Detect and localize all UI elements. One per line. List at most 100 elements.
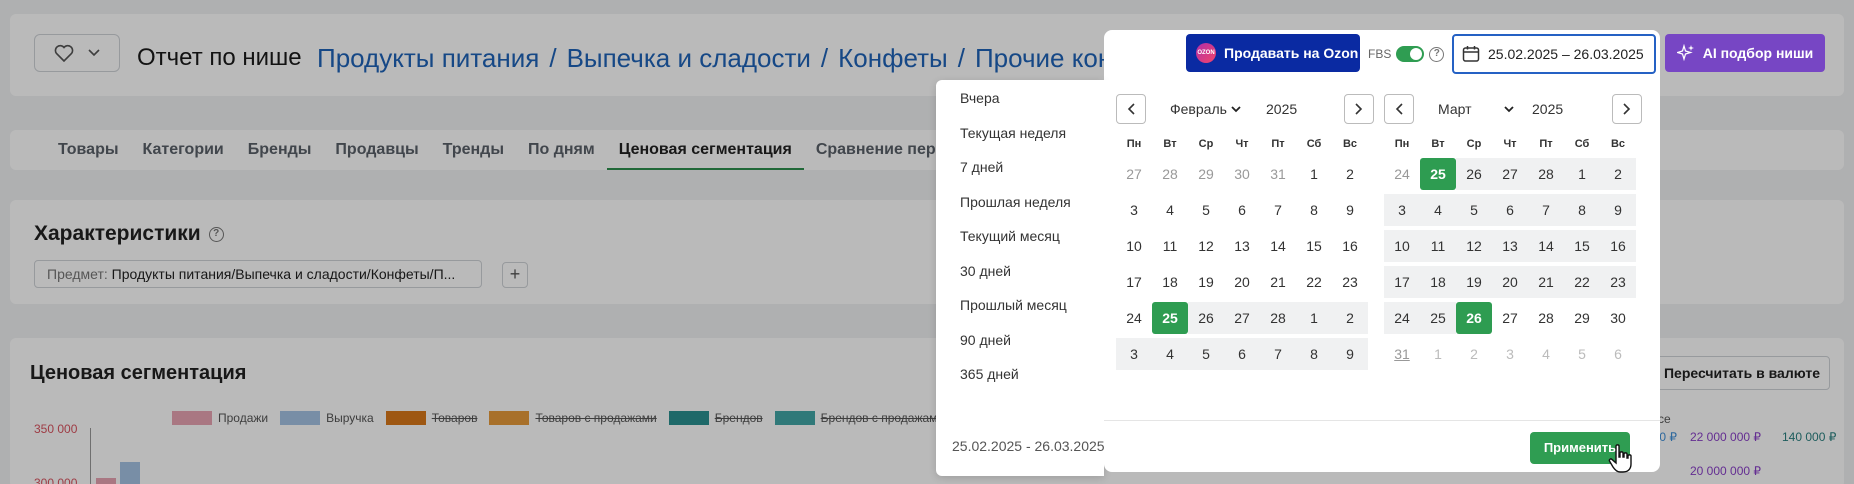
calendar-day[interactable]: 11 <box>1152 230 1188 262</box>
prev-month-button[interactable] <box>1116 94 1146 124</box>
year-select[interactable]: 2025 <box>1266 101 1297 117</box>
calendar-day[interactable]: 26 <box>1188 302 1224 334</box>
date-preset-item[interactable]: 30 дней <box>960 263 1011 279</box>
calendar-day[interactable]: 29 <box>1564 302 1600 334</box>
date-preset-item[interactable]: Прошлый месяц <box>960 297 1067 313</box>
calendar-day[interactable]: 26 <box>1456 158 1492 190</box>
calendar-day[interactable]: 1 <box>1420 338 1456 370</box>
calendar-day[interactable]: 19 <box>1188 266 1224 298</box>
calendar-day[interactable]: 23 <box>1332 266 1368 298</box>
calendar-day[interactable]: 7 <box>1260 194 1296 226</box>
date-preset-item[interactable]: 7 дней <box>960 159 1003 175</box>
month-select[interactable]: Февраль <box>1170 101 1241 117</box>
calendar-day[interactable]: 27 <box>1492 158 1528 190</box>
calendar-day[interactable]: 12 <box>1456 230 1492 262</box>
calendar-day[interactable]: 6 <box>1224 194 1260 226</box>
sell-on-ozon-button[interactable]: OZON Продавать на Ozon <box>1186 34 1360 72</box>
calendar-day[interactable]: 16 <box>1332 230 1368 262</box>
calendar-day[interactable]: 1 <box>1296 158 1332 190</box>
calendar-day[interactable]: 6 <box>1492 194 1528 226</box>
calendar-day[interactable]: 13 <box>1492 230 1528 262</box>
calendar-day[interactable]: 2 <box>1600 158 1636 190</box>
calendar-day[interactable]: 7 <box>1528 194 1564 226</box>
fbs-toggle[interactable] <box>1396 46 1425 62</box>
calendar-day[interactable]: 7 <box>1260 338 1296 370</box>
calendar-day[interactable]: 23 <box>1600 266 1636 298</box>
next-month-button[interactable] <box>1612 94 1642 124</box>
calendar-day[interactable]: 9 <box>1332 194 1368 226</box>
date-preset-item[interactable]: Вчера <box>960 90 1000 106</box>
calendar-day[interactable]: 2 <box>1456 338 1492 370</box>
calendar-day[interactable]: 22 <box>1296 266 1332 298</box>
calendar-day[interactable]: 1 <box>1564 158 1600 190</box>
prev-month-button[interactable] <box>1384 94 1414 124</box>
calendar-day[interactable]: 5 <box>1456 194 1492 226</box>
calendar-day[interactable]: 4 <box>1420 194 1456 226</box>
calendar-day[interactable]: 1 <box>1296 302 1332 334</box>
calendar-day[interactable]: 3 <box>1384 194 1420 226</box>
calendar-day[interactable]: 10 <box>1116 230 1152 262</box>
date-preset-item[interactable]: 365 дней <box>960 366 1019 382</box>
calendar-day[interactable]: 4 <box>1152 338 1188 370</box>
calendar-day[interactable]: 20 <box>1224 266 1260 298</box>
calendar-day[interactable]: 29 <box>1188 158 1224 190</box>
calendar-day[interactable]: 30 <box>1224 158 1260 190</box>
calendar-day[interactable]: 3 <box>1492 338 1528 370</box>
calendar-day[interactable]: 20 <box>1492 266 1528 298</box>
calendar-day[interactable]: 15 <box>1564 230 1600 262</box>
calendar-day[interactable]: 13 <box>1224 230 1260 262</box>
calendar-day[interactable]: 24 <box>1384 302 1420 334</box>
calendar-day[interactable]: 31 <box>1384 338 1420 370</box>
calendar-day[interactable]: 27 <box>1492 302 1528 334</box>
calendar-day[interactable]: 21 <box>1528 266 1564 298</box>
month-select[interactable]: Март <box>1438 101 1514 117</box>
calendar-day[interactable]: 18 <box>1420 266 1456 298</box>
calendar-day[interactable]: 14 <box>1528 230 1564 262</box>
calendar-day[interactable]: 28 <box>1528 302 1564 334</box>
calendar-day[interactable]: 18 <box>1152 266 1188 298</box>
date-preset-item[interactable]: 90 дней <box>960 332 1011 348</box>
calendar-day[interactable]: 28 <box>1152 158 1188 190</box>
calendar-day[interactable]: 27 <box>1224 302 1260 334</box>
calendar-day[interactable]: 8 <box>1296 194 1332 226</box>
year-select[interactable]: 2025 <box>1532 101 1563 117</box>
calendar-day[interactable]: 30 <box>1600 302 1636 334</box>
calendar-day[interactable]: 25 <box>1420 302 1456 334</box>
calendar-day[interactable]: 17 <box>1116 266 1152 298</box>
calendar-day[interactable]: 17 <box>1384 266 1420 298</box>
calendar-day[interactable]: 31 <box>1260 158 1296 190</box>
calendar-day[interactable]: 11 <box>1420 230 1456 262</box>
ai-niche-selection-button[interactable]: AI подбор ниши <box>1665 34 1825 72</box>
calendar-day[interactable]: 10 <box>1384 230 1420 262</box>
calendar-day[interactable]: 19 <box>1456 266 1492 298</box>
calendar-day[interactable]: 14 <box>1260 230 1296 262</box>
calendar-day[interactable]: 6 <box>1224 338 1260 370</box>
calendar-day[interactable]: 3 <box>1116 338 1152 370</box>
date-range-input[interactable]: 25.02.2025 – 26.03.2025 <box>1452 34 1656 74</box>
calendar-day[interactable]: 28 <box>1528 158 1564 190</box>
calendar-day[interactable]: 9 <box>1600 194 1636 226</box>
calendar-day[interactable]: 28 <box>1260 302 1296 334</box>
calendar-day[interactable]: 24 <box>1116 302 1152 334</box>
calendar-day[interactable]: 25 <box>1152 302 1188 334</box>
date-preset-item[interactable]: Текущий месяц <box>960 228 1060 244</box>
calendar-day[interactable]: 22 <box>1564 266 1600 298</box>
calendar-day[interactable]: 25 <box>1420 158 1456 190</box>
calendar-day[interactable]: 2 <box>1332 158 1368 190</box>
calendar-day[interactable]: 5 <box>1188 338 1224 370</box>
next-month-button[interactable] <box>1344 94 1374 124</box>
date-preset-item[interactable]: Текущая неделя <box>960 125 1066 141</box>
calendar-day[interactable]: 4 <box>1152 194 1188 226</box>
calendar-day[interactable]: 15 <box>1296 230 1332 262</box>
calendar-day[interactable]: 16 <box>1600 230 1636 262</box>
calendar-day[interactable]: 2 <box>1332 302 1368 334</box>
calendar-day[interactable]: 8 <box>1296 338 1332 370</box>
help-icon[interactable]: ? <box>1429 46 1445 62</box>
calendar-day[interactable]: 5 <box>1188 194 1224 226</box>
calendar-day[interactable]: 21 <box>1260 266 1296 298</box>
calendar-day[interactable]: 3 <box>1116 194 1152 226</box>
calendar-day[interactable]: 27 <box>1116 158 1152 190</box>
calendar-day[interactable]: 5 <box>1564 338 1600 370</box>
calendar-day[interactable]: 26 <box>1456 302 1492 334</box>
calendar-day[interactable]: 12 <box>1188 230 1224 262</box>
